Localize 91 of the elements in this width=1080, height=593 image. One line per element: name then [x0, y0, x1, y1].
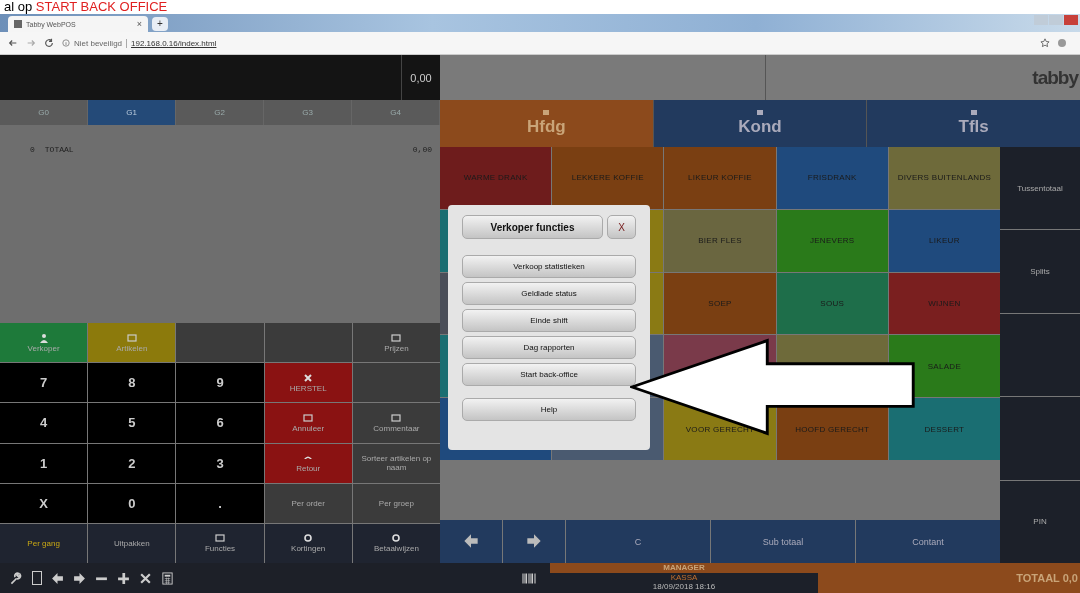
reload-icon[interactable]	[44, 38, 54, 48]
previous-button[interactable]	[440, 520, 502, 563]
amount-display: 0,00	[0, 55, 440, 100]
keypad-key[interactable]: HERSTEL	[264, 363, 352, 403]
user-panel: MANAGER KASSA 18/09/2018 18:16	[550, 563, 818, 593]
menu-button[interactable]: Dag rapporten	[462, 336, 636, 359]
total-amount: TOTAAL 0,0	[818, 563, 1080, 593]
keypad-key[interactable]: 1	[0, 443, 88, 483]
action-button[interactable]: Contant	[856, 520, 1000, 563]
cross-icon	[302, 372, 315, 383]
order-qty: 0	[30, 145, 35, 154]
product-tile[interactable]: DIVERS BUITENLANDS	[888, 147, 1000, 209]
keypad-key[interactable]: X	[0, 483, 88, 523]
wrench-icon[interactable]	[10, 571, 23, 585]
left-arrow-icon	[463, 532, 479, 549]
right-arrow-icon	[526, 532, 542, 549]
back-icon[interactable]	[8, 38, 18, 48]
calculator-icon[interactable]	[161, 571, 174, 585]
menu-button[interactable]: Geldlade status	[462, 282, 636, 305]
keypad-key[interactable]: 0	[88, 483, 176, 523]
keypad-key[interactable]: Per groep	[352, 483, 440, 523]
action-button[interactable]: C	[566, 520, 710, 563]
menu-button[interactable]: Help	[462, 398, 636, 421]
keypad-key[interactable]: 8	[88, 363, 176, 403]
document-icon[interactable]	[32, 571, 42, 585]
mode-button[interactable]: Betaalwijzen	[352, 523, 440, 563]
keypad-key[interactable]: 5	[88, 403, 176, 443]
keypad-key[interactable]	[264, 323, 352, 363]
barcode-icon[interactable]	[522, 571, 536, 585]
box-icon	[302, 412, 315, 423]
menu-button[interactable]: Einde shift	[462, 309, 636, 332]
logo: tabby	[1032, 66, 1080, 89]
page-icon	[14, 20, 22, 28]
mode-button[interactable]: Uitpakken	[88, 523, 176, 563]
new-tab-button[interactable]: +	[152, 17, 168, 31]
keypad-key[interactable]: 3	[176, 443, 264, 483]
person-icon	[37, 332, 50, 343]
product-tile[interactable]: BIER FLES	[664, 209, 776, 272]
left-arrow-icon[interactable]	[51, 571, 64, 585]
box-icon	[214, 533, 226, 544]
mode-button[interactable]: Kortingen	[264, 523, 352, 563]
category-icon	[970, 110, 977, 115]
box-icon	[390, 332, 403, 343]
category-tab[interactable]: Tfls	[867, 100, 1080, 147]
keypad-key[interactable]	[352, 363, 440, 403]
next-button[interactable]	[503, 520, 565, 563]
menu-button[interactable]: Verkoop statistieken	[462, 255, 636, 278]
dialog-title[interactable]: Verkoper functies	[462, 215, 603, 239]
circle-icon	[302, 533, 315, 544]
plus-icon[interactable]	[117, 571, 130, 585]
right-arrow-icon[interactable]	[73, 571, 86, 585]
keypad-key[interactable]: 7	[0, 363, 88, 403]
mode-button[interactable]: Functies	[176, 523, 264, 563]
keypad-key[interactable]: Commentaar	[352, 403, 440, 443]
keypad-key[interactable]: 4	[0, 403, 88, 443]
side-button[interactable]: Splits	[1000, 230, 1080, 313]
keypad-key[interactable]: 9	[176, 363, 264, 403]
keypad-key[interactable]: Sorteer artikelen op naam	[352, 443, 440, 483]
window-controls-icon[interactable]	[1034, 15, 1078, 25]
menu-button[interactable]: Start back-office	[462, 363, 636, 386]
keypad-key[interactable]: Prijzen	[352, 323, 440, 363]
info-icon	[62, 39, 70, 47]
category-tab[interactable]: Hfdg	[440, 100, 653, 147]
keypad-key[interactable]: Per order	[264, 483, 352, 523]
keypad-key[interactable]	[176, 323, 264, 363]
category-icon	[543, 110, 550, 115]
order-amount: 0,00	[412, 145, 432, 154]
close-icon[interactable]	[139, 571, 152, 585]
keypad-key[interactable]: Annuleer	[264, 403, 352, 443]
product-tile[interactable]: DESSERT	[888, 398, 1000, 460]
keypad-key[interactable]: 6	[176, 403, 264, 443]
caption-text: al op START BACK OFFICE	[3, 0, 169, 14]
category-icon	[757, 110, 763, 115]
keypad-key[interactable]: .	[176, 483, 264, 523]
close-button[interactable]: X	[607, 215, 636, 239]
product-tile[interactable]: JENEVERS	[776, 209, 888, 272]
order-name: TOTAAL	[44, 145, 75, 154]
keypad-key[interactable]: Retour	[264, 443, 352, 483]
side-button[interactable]: PIN	[1000, 480, 1080, 563]
category-tab[interactable]: Kond	[653, 100, 867, 147]
action-button[interactable]: Sub totaal	[711, 520, 855, 563]
side-button[interactable]: Tussentotaal	[1000, 147, 1080, 230]
group-tab[interactable]: G1	[88, 100, 176, 125]
circle-icon	[390, 533, 403, 544]
product-tile[interactable]: SOUS	[776, 272, 888, 335]
mode-button[interactable]: Per gang	[0, 523, 88, 563]
box-icon	[125, 332, 138, 343]
keypad-key[interactable]: 2	[88, 443, 176, 483]
box-icon	[390, 412, 403, 423]
star-icon[interactable]	[1040, 38, 1050, 48]
account-icon[interactable]	[1058, 39, 1066, 47]
